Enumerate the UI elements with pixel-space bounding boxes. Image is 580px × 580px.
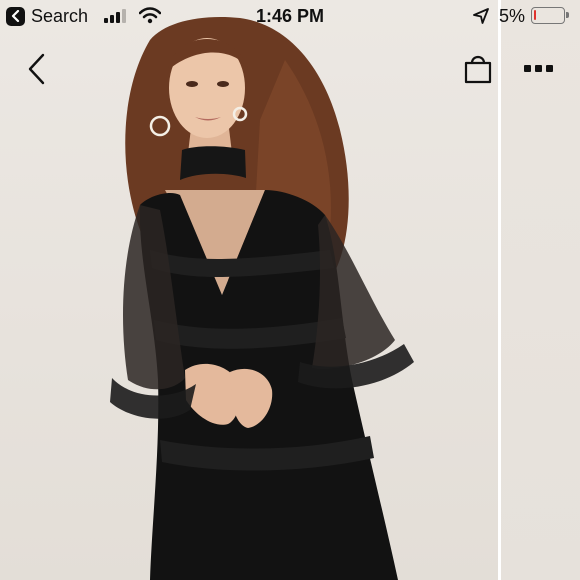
battery-level — [534, 10, 536, 20]
back-button[interactable] — [24, 52, 52, 86]
product-photo-illustration — [110, 16, 414, 580]
clock: 1:46 PM — [255, 6, 325, 26]
shopping-bag-icon — [464, 55, 492, 84]
location-arrow-icon — [473, 8, 489, 24]
next-product-image[interactable] — [501, 0, 580, 580]
more-options-button[interactable] — [524, 58, 564, 78]
product-image[interactable] — [0, 0, 498, 580]
shopping-bag-button[interactable] — [463, 50, 493, 84]
battery-icon — [531, 7, 569, 24]
more-dots-icon — [524, 64, 531, 72]
chevron-left-icon — [28, 53, 45, 85]
product-screen: Search 1:46 PM 5% — [0, 0, 580, 580]
status-bar: Search 1:46 PM 5% — [0, 0, 580, 34]
battery-percent: 5% — [499, 6, 526, 26]
